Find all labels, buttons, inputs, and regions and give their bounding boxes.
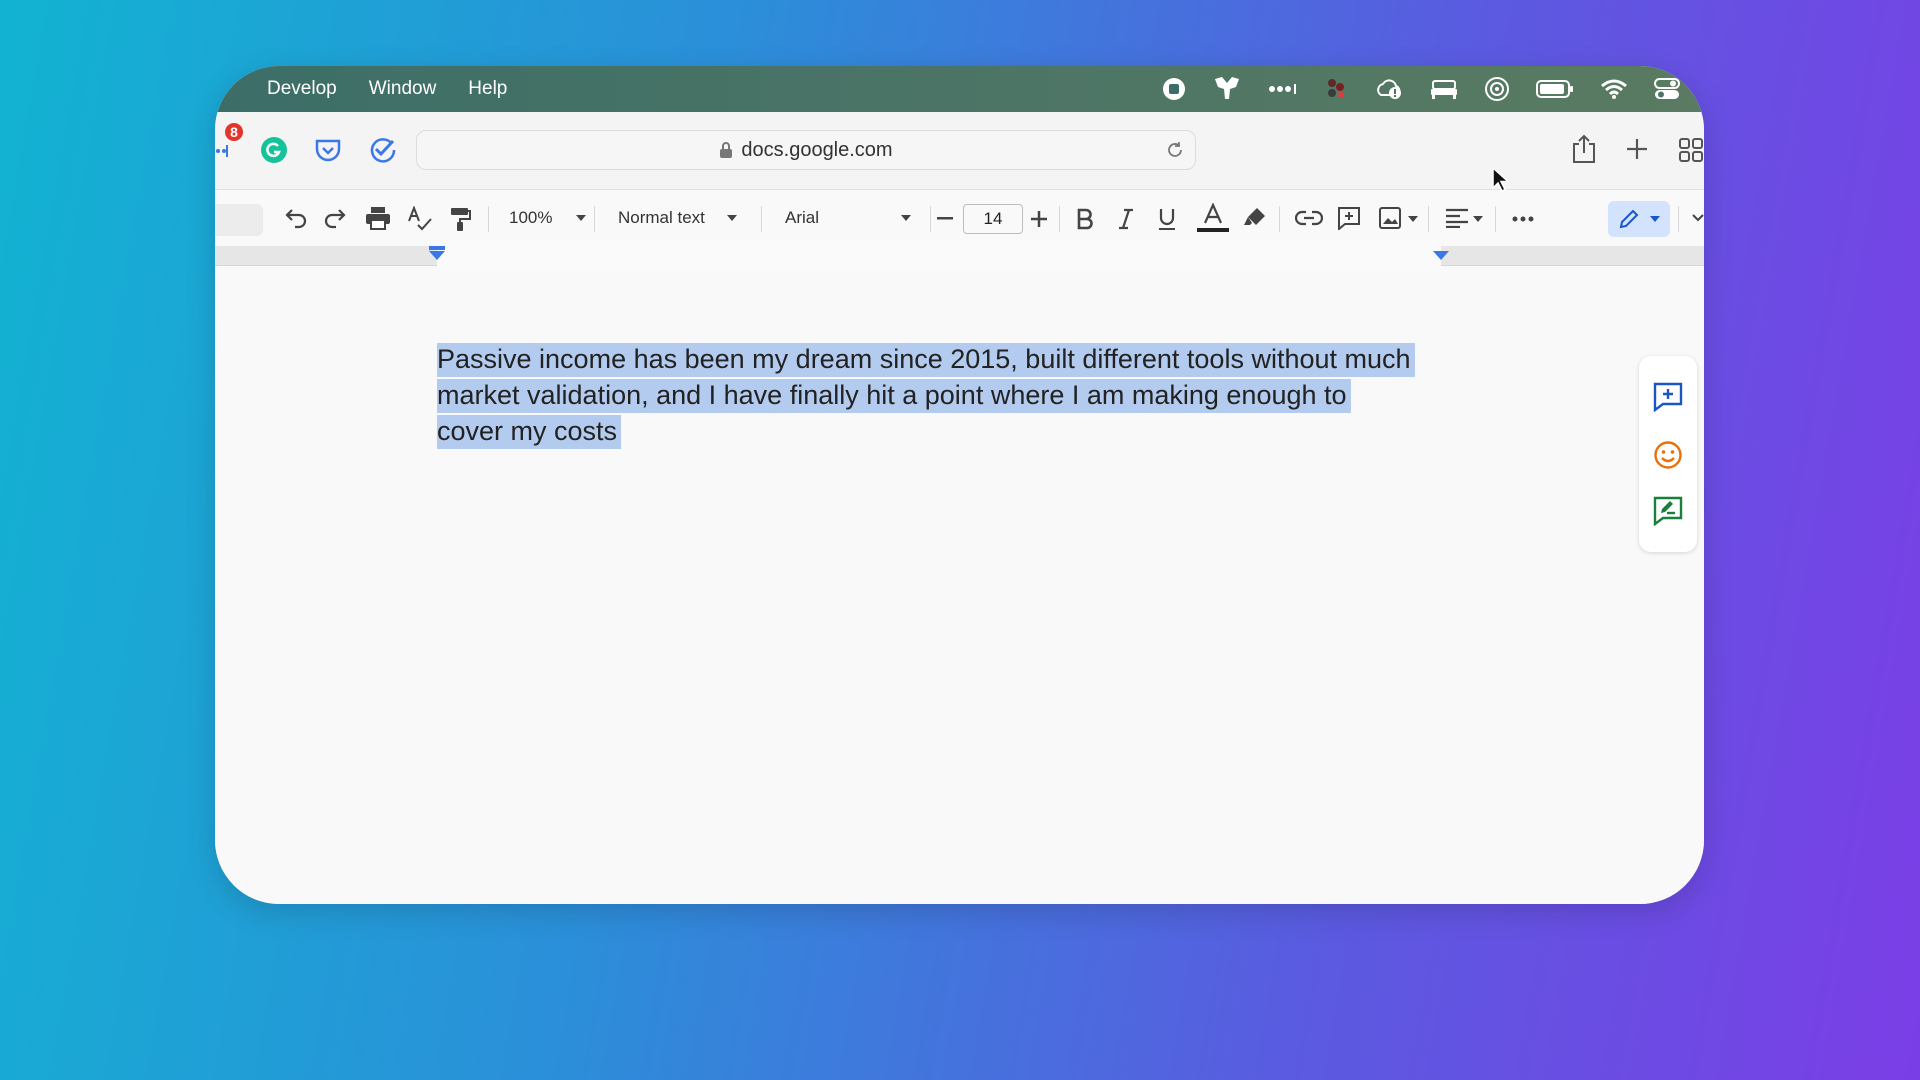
first-line-indent-handle[interactable]	[429, 246, 445, 250]
style-value: Normal text	[618, 208, 705, 227]
toolbar-separator	[1279, 206, 1280, 232]
increase-font-size-icon[interactable]	[1031, 211, 1047, 227]
pencil-icon	[1619, 209, 1639, 229]
font-size-input[interactable]: 14	[963, 204, 1023, 234]
editing-mode-dropdown-icon	[1650, 216, 1660, 222]
wifi-icon[interactable]	[1600, 78, 1628, 100]
text-color-icon[interactable]	[1197, 203, 1229, 233]
align-dropdown-icon[interactable]	[1473, 216, 1483, 222]
font-value: Arial	[785, 208, 820, 227]
share-icon[interactable]	[1571, 134, 1597, 164]
paint-format-icon[interactable]	[449, 206, 471, 232]
right-indent-marker[interactable]	[1433, 251, 1449, 260]
address-bar[interactable]: docs.google.com	[416, 130, 1196, 170]
document-canvas[interactable]: Passive income has been my dream since 2…	[215, 266, 1704, 904]
ruler	[215, 246, 1704, 266]
spellcheck-icon[interactable]	[407, 206, 433, 232]
toolbar-separator	[930, 206, 931, 232]
menubar-menus: Develop Window Help	[251, 78, 523, 100]
lock-icon	[720, 142, 733, 158]
style-dropdown-icon	[726, 215, 737, 221]
toolbar-separator	[488, 206, 489, 232]
toolbar-separator	[761, 206, 762, 232]
battery-icon[interactable]	[1536, 79, 1574, 99]
zoom-value: 100%	[509, 208, 553, 227]
airdrop-icon[interactable]	[1484, 76, 1510, 102]
style-select[interactable]: Normal text	[618, 190, 737, 246]
menu-develop[interactable]: Develop	[251, 78, 353, 100]
print-icon[interactable]	[365, 206, 391, 230]
grammarly-icon[interactable]	[260, 136, 288, 164]
screen-record-icon[interactable]	[1162, 77, 1186, 101]
editing-mode-button[interactable]	[1608, 201, 1670, 237]
zoom-dropdown-icon	[576, 215, 587, 221]
elephant-app-icon[interactable]	[1212, 75, 1242, 103]
toolbar-separator	[1495, 206, 1496, 232]
tab-overview-icon[interactable]	[1679, 138, 1703, 162]
side-actions-panel	[1639, 356, 1697, 552]
insert-link-icon[interactable]	[1295, 209, 1323, 227]
highlight-color-icon[interactable]	[1243, 206, 1267, 230]
menu-help[interactable]: Help	[452, 78, 523, 100]
url-text: docs.google.com	[741, 138, 893, 161]
dots-menu-icon[interactable]	[1268, 84, 1298, 94]
todo-check-icon[interactable]	[368, 136, 398, 164]
more-options-icon[interactable]	[1512, 216, 1534, 222]
font-dropdown-icon	[901, 215, 912, 221]
italic-icon[interactable]	[1117, 208, 1135, 230]
left-indent-marker[interactable]	[429, 251, 445, 260]
align-left-icon[interactable]	[1445, 208, 1469, 228]
bold-icon[interactable]	[1076, 208, 1094, 230]
underline-icon[interactable]	[1157, 207, 1177, 231]
toolbar-separator	[1678, 206, 1679, 232]
selected-text-line[interactable]: cover my costs	[437, 415, 622, 449]
new-tab-icon[interactable]	[1626, 138, 1648, 160]
extension-dots-icon[interactable]	[215, 142, 229, 160]
reload-icon[interactable]	[1165, 140, 1185, 160]
cloud-alert-icon[interactable]	[1374, 77, 1404, 101]
toolbar-separator	[1428, 206, 1429, 232]
selected-text-line[interactable]: Passive income has been my dream since 2…	[437, 343, 1415, 377]
insert-image-icon[interactable]	[1378, 206, 1402, 230]
toolbar-separator	[1059, 206, 1060, 232]
decrease-font-size-icon[interactable]	[937, 217, 953, 220]
pocket-icon[interactable]	[314, 136, 342, 164]
bed-icon[interactable]	[1430, 78, 1458, 100]
menubar-status-icons	[1162, 66, 1680, 112]
font-size-value: 14	[983, 209, 1003, 228]
font-select[interactable]: Arial	[785, 190, 912, 246]
cluster-app-icon[interactable]	[1324, 77, 1348, 101]
menu-window[interactable]: Window	[353, 78, 453, 100]
control-center-icon[interactable]	[1654, 77, 1680, 101]
collapse-toolbar-icon[interactable]	[1692, 214, 1704, 222]
browser-toolbar: 8 docs.google.com	[215, 112, 1704, 190]
ruler-active-area	[437, 246, 1441, 266]
add-comment-side-icon[interactable]	[1653, 382, 1683, 412]
toolbar-separator	[594, 206, 595, 232]
mouse-cursor-icon	[1492, 167, 1510, 193]
docs-toolbar: 100% Normal text Arial 14	[215, 190, 1704, 246]
extension-badge: 8	[223, 121, 245, 143]
image-dropdown-icon[interactable]	[1408, 216, 1418, 222]
menu-search-box[interactable]	[215, 204, 263, 236]
zoom-select[interactable]: 100%	[509, 190, 587, 246]
undo-icon[interactable]	[282, 207, 308, 229]
macos-menubar: Develop Window Help	[215, 66, 1704, 112]
selected-text-line[interactable]: market validation, and I have finally hi…	[437, 379, 1351, 413]
redo-icon[interactable]	[323, 207, 349, 229]
document-body[interactable]: Passive income has been my dream since 2…	[437, 341, 1447, 449]
add-comment-icon[interactable]	[1337, 206, 1361, 230]
emoji-reaction-icon[interactable]	[1653, 440, 1683, 470]
app-window: Develop Window Help 8 docs.google.com 10…	[215, 66, 1704, 904]
suggest-edits-icon[interactable]	[1653, 496, 1683, 526]
